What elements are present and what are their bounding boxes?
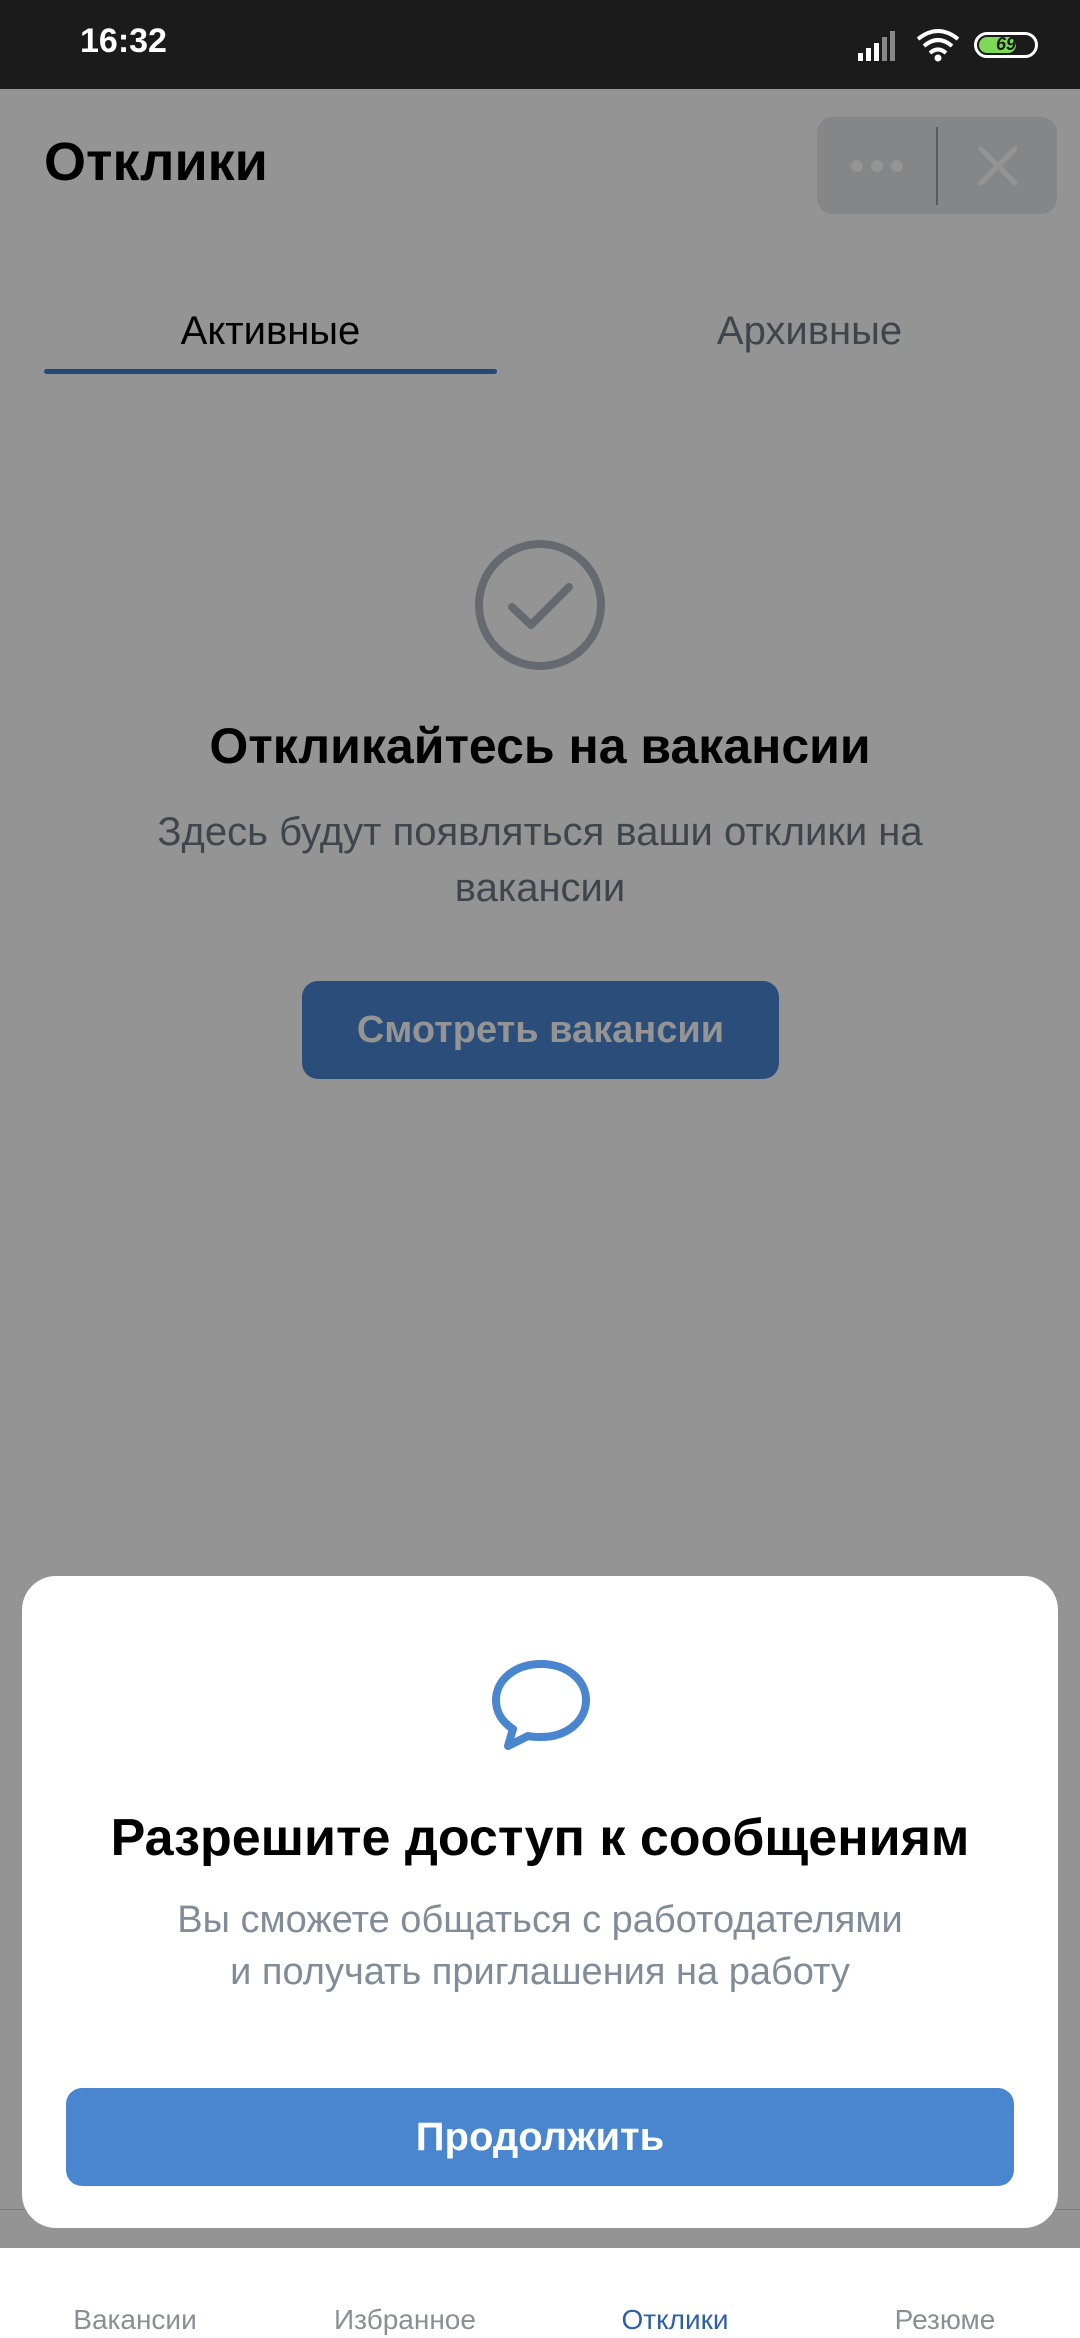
wifi-icon	[916, 29, 960, 62]
nav-item-vacancies[interactable]: Вакансии	[0, 2304, 270, 2336]
battery-icon: 69	[974, 32, 1038, 58]
permission-sheet: Разрешите доступ к сообщениям Вы сможете…	[22, 1576, 1058, 2228]
status-bar: 16:32 69	[0, 0, 1080, 89]
status-time: 16:32	[80, 22, 167, 60]
nav-item-favorites[interactable]: Избранное	[270, 2304, 540, 2336]
continue-button[interactable]: Продолжить	[66, 2088, 1014, 2186]
nav-item-resume[interactable]: Резюме	[810, 2304, 1080, 2336]
message-bubble-icon	[492, 1660, 590, 1750]
sheet-subtitle: Вы сможете общаться с работодателями и п…	[62, 1894, 1018, 1998]
signal-icon	[858, 31, 895, 61]
sheet-title: Разрешите доступ к сообщениям	[110, 1809, 970, 1867]
status-icons: 69	[858, 26, 1038, 64]
nav-item-responses[interactable]: Отклики	[540, 2304, 810, 2336]
battery-level: 69	[995, 34, 1017, 54]
sheet-subtitle-line1: Вы сможете общаться с работодателями	[177, 1899, 903, 1941]
sheet-subtitle-line2: и получать приглашения на работу	[230, 1951, 850, 1993]
